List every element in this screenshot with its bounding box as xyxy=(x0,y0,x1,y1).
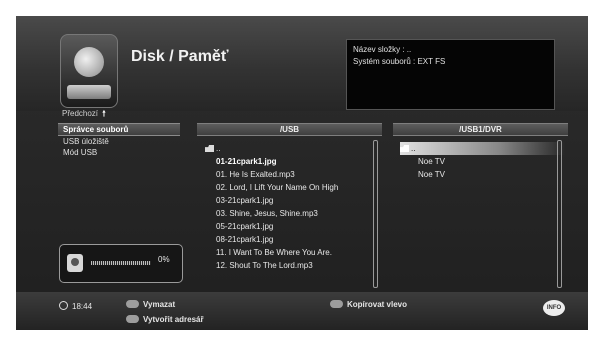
create-directory-button[interactable]: Vytvořit adresář xyxy=(126,315,204,324)
color-key-icon xyxy=(126,300,139,308)
filesystem-info: Systém souborů : EXT FS xyxy=(353,57,446,66)
list-item[interactable]: 02. Lord, I Lift Your Name On High xyxy=(205,181,383,194)
hard-disk-icon xyxy=(60,34,118,108)
right-scrollbar[interactable] xyxy=(557,140,562,288)
clock: 18:44 xyxy=(59,301,92,311)
list-item[interactable]: Noe TV xyxy=(400,155,565,168)
list-item[interactable]: 11. I Want To Be Where You Are. xyxy=(205,246,383,259)
list-item[interactable]: 05-21cpark1.jpg xyxy=(205,220,383,233)
list-item[interactable]: .. xyxy=(205,142,383,155)
list-item[interactable]: Noe TV xyxy=(400,168,565,181)
folder-info-panel: Název složky : .. Systém souborů : EXT F… xyxy=(346,39,555,110)
list-item[interactable]: 03. Shine, Jesus, Shine.mp3 xyxy=(205,207,383,220)
list-item[interactable]: 08-21cpark1.jpg xyxy=(205,233,383,246)
up-arrow-icon: 🠕 xyxy=(102,109,106,118)
file-manager-screen: Disk / Paměť Název složky : .. Systém so… xyxy=(16,16,588,330)
footer-bar: 18:44 Vymazat Vytvořit adresář Kopírovat… xyxy=(16,292,588,330)
color-key-icon xyxy=(330,300,343,308)
disk-base xyxy=(67,85,111,99)
storage-usage-bar xyxy=(91,261,151,265)
left-file-list: .. 01-21cpark1.jpg 01. He Is Exalted.mp3… xyxy=(205,142,383,272)
clock-time: 18:44 xyxy=(72,302,93,311)
storage-usage-percent: 0% xyxy=(158,255,170,264)
list-item[interactable]: 03-21cpark1.jpg xyxy=(205,194,383,207)
clock-icon xyxy=(59,301,68,310)
right-pane-header: /USB1/DVR xyxy=(393,123,568,136)
sidebar-item-file-manager[interactable]: Správce souborů xyxy=(58,123,180,136)
previous-label: Předchozí xyxy=(62,109,99,118)
left-pane-header: /USB xyxy=(197,123,382,136)
page-title: Disk / Paměť xyxy=(131,48,229,65)
info-button[interactable]: INFO xyxy=(543,300,565,316)
disk-platter xyxy=(74,47,104,77)
sidebar-menu: Správce souborů USB úložiště Mód USB xyxy=(58,123,180,158)
storage-usage-box: 0% xyxy=(59,244,183,283)
previous-button[interactable]: Předchozí 🠕 xyxy=(62,108,106,122)
storage-disk-icon xyxy=(67,254,83,272)
color-key-icon xyxy=(126,315,139,323)
sidebar-item-usb-mode[interactable]: Mód USB xyxy=(58,147,180,158)
list-item[interactable]: 01-21cpark1.jpg xyxy=(205,155,383,168)
list-item[interactable]: .. xyxy=(400,142,565,155)
list-item[interactable]: 01. He Is Exalted.mp3 xyxy=(205,168,383,181)
copy-left-button[interactable]: Kopírovat vlevo xyxy=(330,300,407,309)
list-item[interactable]: 12. Shout To The Lord.mp3 xyxy=(205,259,383,272)
sidebar-item-usb-storage[interactable]: USB úložiště xyxy=(58,136,180,147)
delete-button[interactable]: Vymazat xyxy=(126,300,175,309)
left-scrollbar[interactable] xyxy=(373,140,378,288)
right-file-list: .. Noe TV Noe TV xyxy=(400,142,565,181)
folder-name-info: Název složky : .. xyxy=(353,45,412,54)
